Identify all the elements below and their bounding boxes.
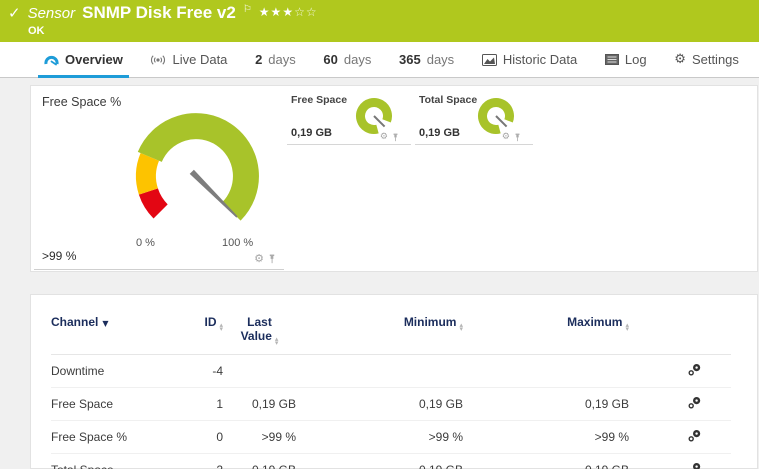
cell-edit: [629, 355, 731, 388]
cell-id: 2: [186, 454, 223, 469]
channel-settings-icon[interactable]: [688, 363, 701, 376]
column-header-channel[interactable]: Channel ▼: [51, 311, 186, 355]
sort-icon: ▴ ▾: [219, 321, 223, 333]
cell-id: -4: [212, 364, 223, 378]
flag-icon[interactable]: ⚐: [243, 4, 252, 15]
cell-last-value: 0,19 GB: [251, 397, 296, 411]
column-header-minimum[interactable]: Minimum ▴ ▾: [296, 311, 463, 355]
channel-table: Channel ▼ ID ▴ ▾ Last Value ▴ ▾ Minimum ▴ ▾ Max…: [51, 311, 731, 469]
channel-table-panel: Channel ▼ ID ▴ ▾ Last Value ▴ ▾ Minimum ▴ ▾ Max…: [30, 294, 758, 469]
prtg-sensor-page: ✓ Sensor SNMP Disk Free v2 ⚐ ★★★☆☆ OK Ov…: [0, 0, 759, 469]
gauge-settings-gear-icon[interactable]: ⚙: [254, 253, 264, 264]
cell-channel[interactable]: Free Space %: [51, 421, 186, 454]
sort-desc-icon: ▼: [102, 319, 109, 328]
column-header-id[interactable]: ID ▴ ▾: [186, 311, 223, 355]
sensor-header: ✓ Sensor SNMP Disk Free v2 ⚐ ★★★☆☆ OK: [0, 0, 759, 42]
overview-gauges-panel: Free Space % 0 % 100 % >99 % ⚙ Free Spac…: [30, 85, 758, 272]
tab-settings[interactable]: ⚙ Settings: [668, 42, 745, 77]
gauge-min-label: 0 %: [136, 237, 155, 249]
cell-edit: [629, 388, 731, 421]
sort-icon: ▴ ▾: [459, 321, 463, 333]
gauge-title: Total Space: [419, 94, 478, 106]
cell-maximum: 0,19 GB: [463, 454, 629, 469]
cell-channel[interactable]: Total Space: [51, 454, 186, 469]
cell-maximum: [463, 355, 629, 388]
tab-historic-data[interactable]: Historic Data: [476, 42, 583, 77]
gauge-settings-gear-icon[interactable]: ⚙: [380, 133, 388, 142]
tab-overview[interactable]: Overview: [38, 42, 129, 78]
gauge-icon: [44, 55, 59, 65]
gauge-band-warning: [135, 153, 160, 195]
tab-365-days[interactable]: 365 days: [393, 42, 460, 77]
tab-60-days[interactable]: 60 days: [317, 42, 377, 77]
table-header-row: Channel ▼ ID ▴ ▾ Last Value ▴ ▾ Minimum ▴ ▾ Max…: [51, 311, 731, 355]
column-header-maximum[interactable]: Maximum ▴ ▾: [463, 311, 629, 355]
cell-maximum: 0,19 GB: [584, 397, 629, 411]
cell-edit: [629, 421, 731, 454]
tab-label: Settings: [691, 52, 739, 67]
log-icon: [604, 54, 619, 65]
gauge-tile-free-space: Free Space 0,19 GB ⚙: [287, 88, 411, 145]
table-row: Total Space 2 0,19 GB 0,19 GB 0,19 GB: [51, 453, 731, 469]
channel-settings-icon[interactable]: [688, 429, 701, 442]
pin-icon[interactable]: [514, 133, 521, 142]
table-row: Downtime -4: [51, 354, 731, 388]
gauge-current-value: >99 %: [42, 249, 77, 263]
tab-log[interactable]: Log: [599, 42, 653, 77]
cell-last-value: 0,19 GB: [223, 454, 296, 469]
sort-icon: ▴ ▾: [274, 335, 279, 347]
cell-minimum: 0,19 GB: [296, 454, 463, 469]
pin-icon[interactable]: [392, 133, 399, 142]
gauge-tile-free-space-pct: Free Space % 0 % 100 % >99 % ⚙: [34, 88, 284, 270]
cell-minimum: [296, 355, 463, 388]
area-chart-icon: [481, 53, 497, 66]
cell-channel[interactable]: Downtime: [51, 355, 186, 388]
cell-last-value: [223, 355, 296, 388]
cell-maximum: >99 %: [594, 430, 629, 444]
status-check-icon: ✓: [8, 4, 21, 22]
gauge-current-value: 0,19 GB: [419, 127, 460, 139]
cell-minimum: 0,19 GB: [418, 397, 463, 411]
gauge-band-ok: [137, 113, 259, 221]
cell-id: 1: [216, 397, 223, 411]
tab-label: Log: [624, 52, 647, 67]
tab-bar: Overview Live Data 2 days 60 days 365 da…: [0, 42, 759, 78]
cell-id: 0: [216, 430, 223, 444]
gauge-current-value: 0,19 GB: [291, 127, 332, 139]
tab-label: Overview: [65, 52, 123, 67]
priority-stars[interactable]: ★★★☆☆: [259, 5, 318, 19]
tab-live-data[interactable]: Live Data: [144, 42, 233, 77]
cell-channel[interactable]: Free Space: [51, 388, 186, 421]
cell-minimum: >99 %: [428, 430, 463, 444]
gauge-title: Free Space: [291, 94, 348, 106]
channel-settings-icon[interactable]: [688, 462, 701, 469]
gauge-tile-total-space: Total Space 0,19 GB ⚙: [415, 88, 533, 145]
gear-icon: ⚙: [674, 52, 686, 67]
tab-label: Live Data: [172, 52, 228, 67]
column-header-last-value[interactable]: Last Value ▴ ▾: [223, 311, 296, 355]
sort-icon: ▴ ▾: [625, 321, 629, 333]
channel-settings-icon[interactable]: [688, 396, 701, 409]
table-row: Free Space % 0 >99 % >99 % >99 %: [51, 420, 731, 454]
sensor-title: SNMP Disk Free v2: [82, 3, 236, 22]
gauge-settings-gear-icon[interactable]: ⚙: [502, 133, 510, 142]
gauge-max-label: 100 %: [222, 237, 254, 249]
pin-icon[interactable]: [268, 254, 276, 264]
tab-label: Historic Data: [502, 52, 578, 67]
gauge-band-error: [138, 187, 169, 219]
broadcast-icon: [151, 54, 166, 65]
status-badge: OK: [28, 25, 45, 37]
tab-2-days[interactable]: 2 days: [249, 42, 302, 77]
table-row: Free Space 1 0,19 GB 0,19 GB 0,19 GB: [51, 387, 731, 421]
cell-last-value: >99 %: [261, 430, 296, 444]
cell-edit: [629, 454, 731, 469]
sensor-kind-label: Sensor: [27, 5, 76, 22]
